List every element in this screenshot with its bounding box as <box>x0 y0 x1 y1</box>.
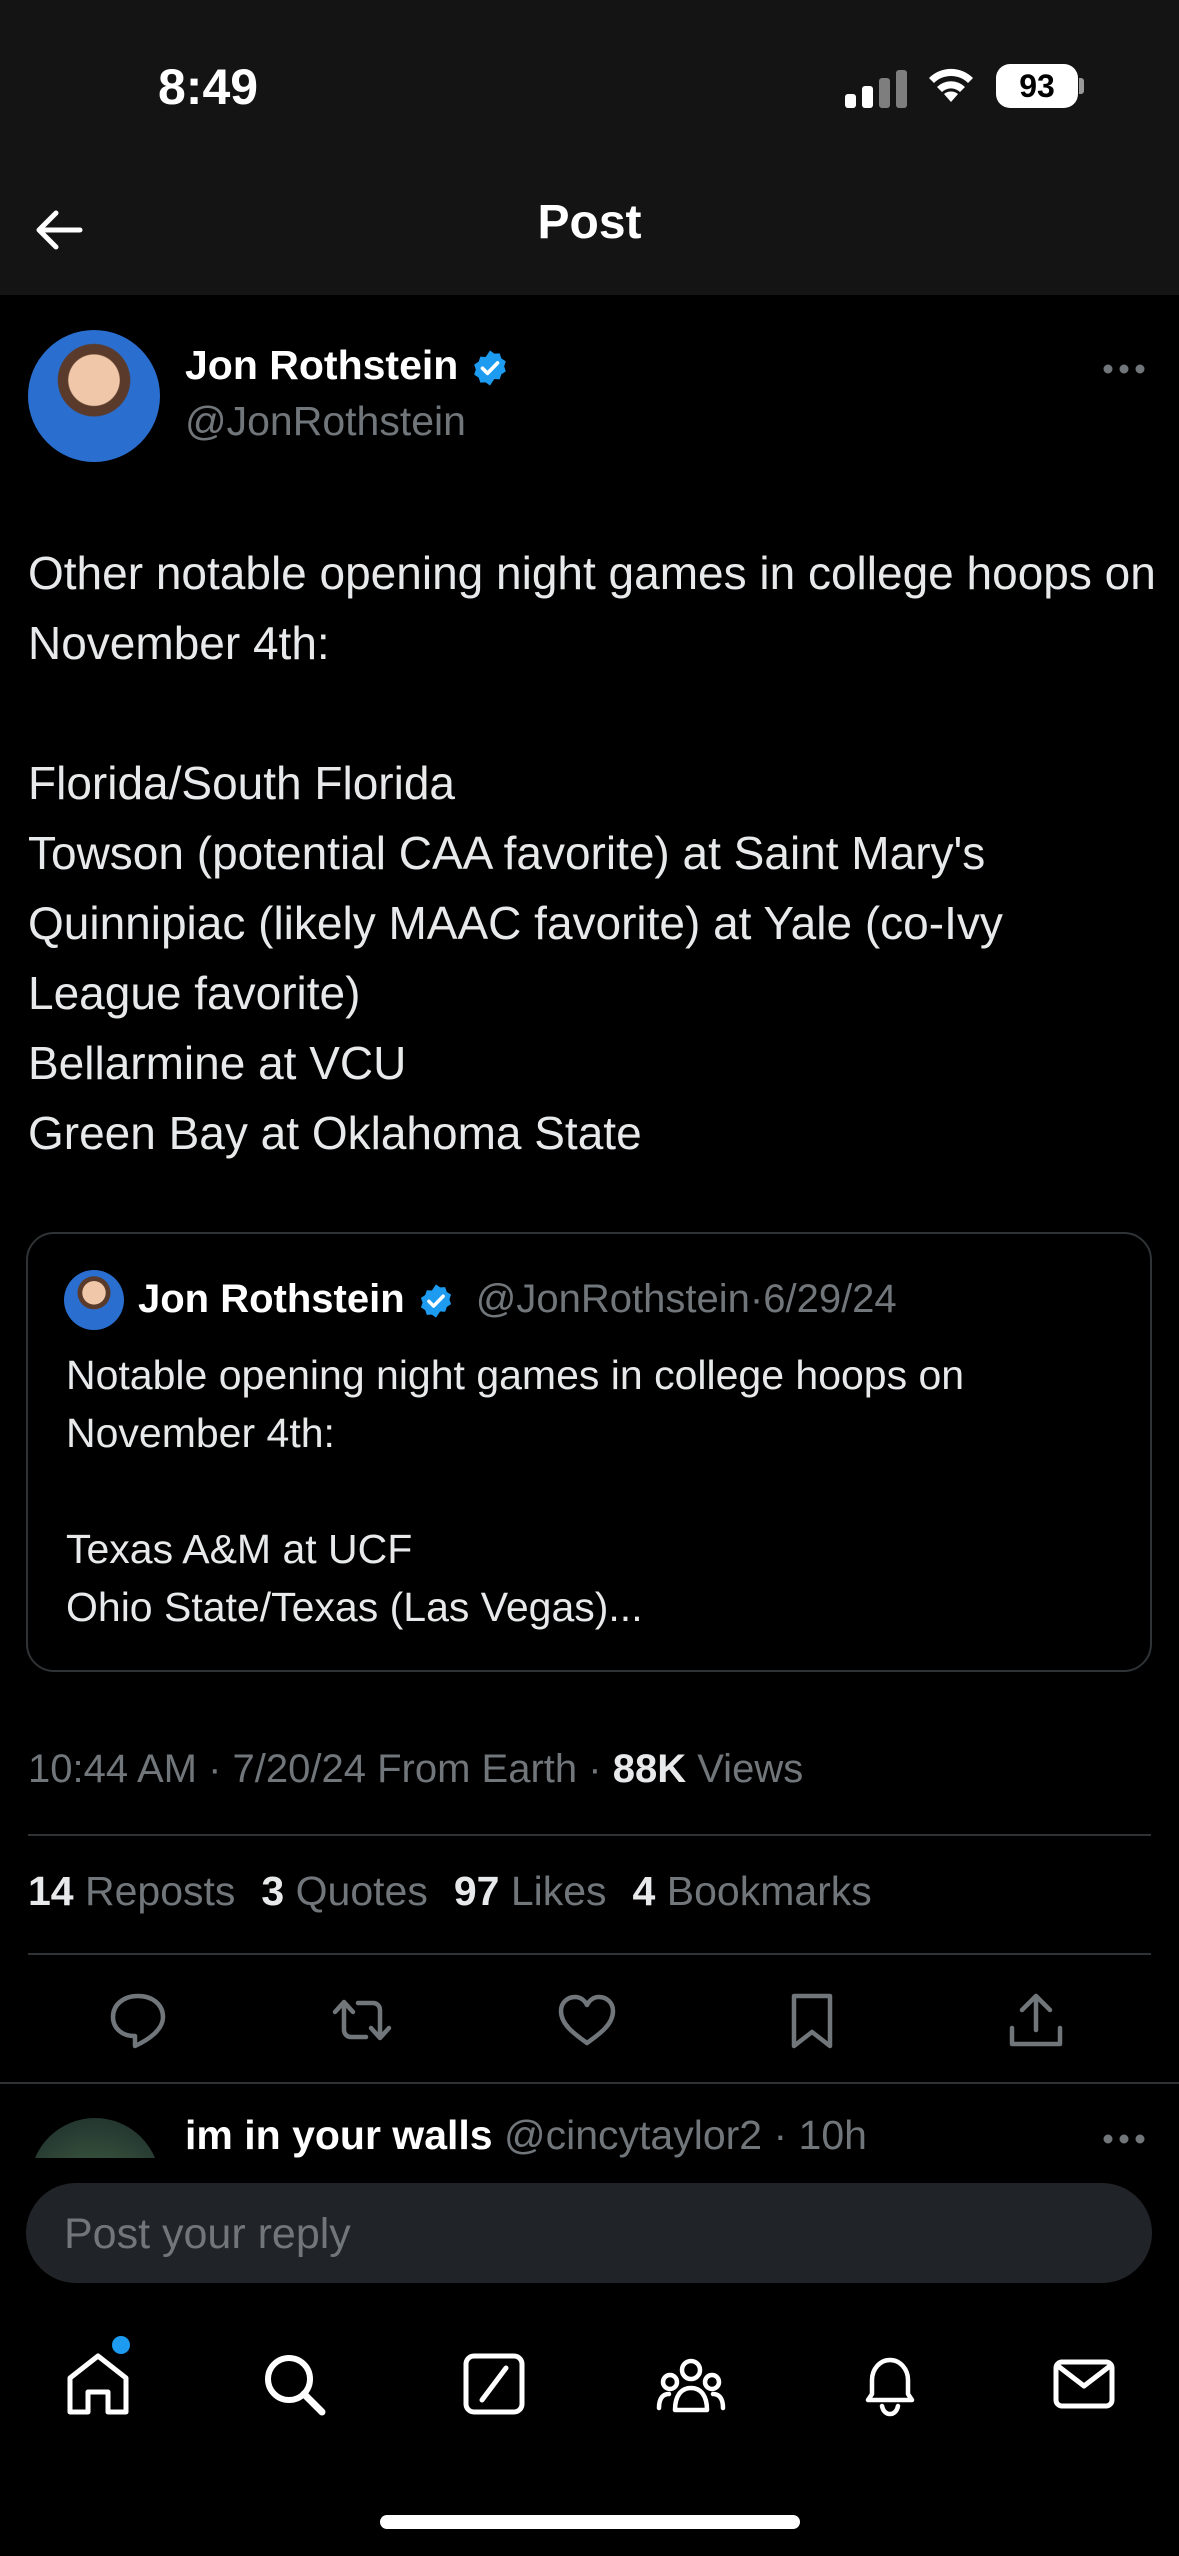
post-text: Other notable opening night games in col… <box>28 547 1156 1159</box>
page-title: Post <box>537 196 642 249</box>
reply-header[interactable]: im in your walls @cincytaylor2 · 10h <box>185 2112 867 2159</box>
more-icon[interactable] <box>1100 354 1148 384</box>
quoted-avatar <box>64 1270 124 1330</box>
divider <box>28 1834 1151 1836</box>
notifications-icon[interactable] <box>854 2348 926 2420</box>
quoted-post-header: Jon Rothstein @JonRothstein·6/29/24 <box>138 1277 897 1322</box>
quoted-author-handle: @JonRothstein <box>475 1277 750 1321</box>
post-timestamp: 10:44 AM · 7/20/24 From Earth · <box>28 1747 613 1791</box>
cellular-signal-icon <box>845 68 907 108</box>
quoted-date: 6/29/24 <box>763 1277 897 1321</box>
quoted-author-name: Jon Rothstein <box>138 1277 405 1321</box>
status-time: 8:49 <box>158 59 259 115</box>
likes-count: 97 <box>453 1868 500 1914</box>
reply-icon[interactable] <box>106 1988 170 2052</box>
quoted-separator: · <box>749 1277 764 1321</box>
quotes-label: Quotes <box>284 1868 428 1914</box>
battery-tip <box>1079 78 1084 94</box>
home-icon[interactable] <box>62 2348 134 2420</box>
post-metadata: 10:44 AM · 7/20/24 From Earth · 88K View… <box>28 1747 803 1792</box>
engagement-stats: 14 Reposts 3 Quotes 97 Likes 4 Bookmarks <box>28 1868 872 1915</box>
author-name[interactable]: Jon Rothstein <box>185 342 458 388</box>
reposts-stat[interactable]: 14 Reposts <box>28 1868 235 1914</box>
author-name-row[interactable]: Jon Rothstein <box>185 342 510 389</box>
like-icon[interactable] <box>555 1988 619 2052</box>
repost-icon[interactable] <box>330 1988 394 2052</box>
share-icon[interactable] <box>1004 1988 1068 2052</box>
divider <box>0 2082 1179 2084</box>
communities-icon[interactable] <box>655 2348 727 2420</box>
views-count: 88K <box>612 1747 687 1791</box>
verified-badge-icon <box>474 350 507 386</box>
bookmark-icon[interactable] <box>780 1988 844 2052</box>
avatar[interactable] <box>28 330 160 462</box>
search-icon[interactable] <box>258 2348 330 2420</box>
views-label: Views <box>686 1747 804 1791</box>
reply-placeholder: Post your reply <box>64 2210 351 2258</box>
bookmarks-label: Bookmarks <box>655 1868 872 1914</box>
reply-meta: @cincytaylor2 · 10h <box>492 2112 867 2158</box>
verified-badge-icon <box>420 1284 451 1319</box>
more-icon[interactable] <box>1100 2124 1148 2154</box>
bookmarks-stat[interactable]: 4 Bookmarks <box>633 1868 872 1914</box>
reposts-label: Reposts <box>73 1868 236 1914</box>
quotes-count: 3 <box>261 1868 285 1914</box>
quoted-post-text: Notable opening night games in college h… <box>66 1352 965 1630</box>
likes-stat[interactable]: 97 Likes <box>454 1868 607 1914</box>
likes-label: Likes <box>499 1868 607 1914</box>
bookmarks-count: 4 <box>632 1868 656 1914</box>
author-handle[interactable]: @JonRothstein <box>185 398 466 445</box>
reply-author-name[interactable]: im in your walls <box>185 2112 493 2158</box>
home-indicator <box>380 2515 800 2529</box>
divider <box>28 1953 1151 1955</box>
quotes-stat[interactable]: 3 Quotes <box>261 1868 427 1914</box>
wifi-icon <box>929 68 973 102</box>
grok-icon[interactable] <box>458 2348 530 2420</box>
battery-icon: 93 <box>996 64 1078 108</box>
reposts-count: 14 <box>28 1868 74 1914</box>
messages-icon[interactable] <box>1048 2348 1120 2420</box>
notification-dot <box>112 2336 130 2354</box>
